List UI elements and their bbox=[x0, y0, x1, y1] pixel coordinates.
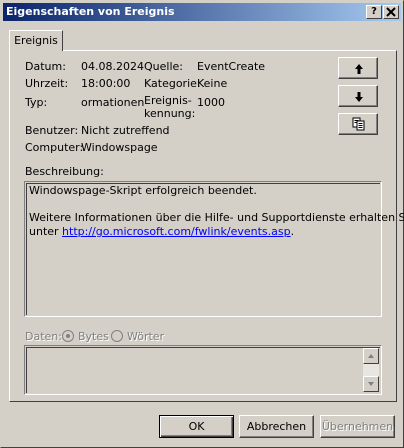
data-textbox[interactable] bbox=[24, 345, 382, 395]
description-line-3-prefix: unter bbox=[29, 225, 59, 238]
cancel-button[interactable]: Abbrechen bbox=[239, 415, 314, 438]
copy-event-button[interactable] bbox=[338, 113, 378, 135]
properties-window: Eigenschaften von Ereignis ? Ereignis Da… bbox=[0, 0, 404, 448]
words-radio[interactable] bbox=[111, 330, 123, 342]
scroll-up-button[interactable] bbox=[363, 348, 379, 364]
event-id-label-line1: Ereignis- bbox=[144, 94, 192, 107]
computer-value: Windowspage bbox=[81, 141, 158, 154]
title-bar[interactable]: Eigenschaften von Ereignis ? bbox=[3, 3, 401, 21]
event-id-value: 1000 bbox=[197, 96, 225, 109]
words-radio-label: Wörter bbox=[127, 330, 165, 343]
date-label: Datum: bbox=[25, 60, 66, 73]
more-info-link[interactable]: http://go.microsoft.com/fwlink/events.as… bbox=[62, 225, 291, 238]
help-button[interactable]: ? bbox=[366, 5, 382, 19]
bytes-radio-label: Bytes bbox=[78, 330, 109, 343]
arrow-down-icon bbox=[355, 92, 363, 102]
data-label: Daten: bbox=[25, 330, 62, 343]
description-text: Windowspage-Skript erfolgreich beendet. … bbox=[29, 184, 404, 239]
description-line-2: Weitere Informationen über die Hilfe- un… bbox=[29, 211, 404, 224]
previous-event-button[interactable] bbox=[338, 57, 378, 79]
scroll-down-button[interactable] bbox=[363, 376, 379, 392]
data-scrollbar[interactable] bbox=[363, 348, 379, 392]
time-label: Uhrzeit: bbox=[25, 77, 69, 90]
next-event-button[interactable] bbox=[338, 85, 378, 107]
arrow-up-icon bbox=[355, 64, 363, 74]
ok-button[interactable]: OK bbox=[159, 415, 234, 438]
bytes-radio[interactable] bbox=[62, 330, 74, 342]
source-value: EventCreate bbox=[197, 60, 266, 73]
type-value: ormationen bbox=[81, 96, 145, 109]
user-value: Nicht zutreffend bbox=[81, 124, 170, 137]
apply-button[interactable]: Übernehmen bbox=[320, 415, 395, 438]
description-line-3-suffix: . bbox=[290, 225, 295, 238]
scroll-down-icon bbox=[368, 382, 374, 386]
description-label: Beschreibung: bbox=[25, 165, 104, 178]
computer-label: Computer: bbox=[25, 141, 84, 154]
event-id-label-line2: kennung: bbox=[144, 107, 196, 120]
scroll-up-icon bbox=[368, 354, 374, 358]
source-label: Quelle: bbox=[144, 60, 183, 73]
close-icon bbox=[386, 7, 396, 17]
user-label: Benutzer: bbox=[25, 124, 79, 137]
window-title: Eigenschaften von Ereignis bbox=[6, 5, 175, 18]
description-line-3: unter http://go.microsoft.com/fwlink/eve… bbox=[29, 225, 404, 239]
time-value: 18:00:00 bbox=[81, 77, 131, 90]
description-line-1: Windowspage-Skript erfolgreich beendet. bbox=[29, 184, 257, 197]
close-button[interactable] bbox=[383, 5, 399, 19]
description-textbox[interactable]: Windowspage-Skript erfolgreich beendet. … bbox=[24, 181, 404, 317]
date-value: 04.08.2024 bbox=[81, 60, 144, 73]
tab-panel-ereignis: Datum: 04.08.2024 Uhrzeit: 18:00:00 Typ:… bbox=[9, 50, 404, 402]
copy-icon bbox=[352, 117, 365, 131]
category-value: Keine bbox=[197, 77, 228, 90]
tab-ereignis[interactable]: Ereignis bbox=[9, 30, 63, 51]
type-label: Typ: bbox=[25, 96, 48, 109]
category-label: Kategorie: bbox=[144, 77, 201, 90]
